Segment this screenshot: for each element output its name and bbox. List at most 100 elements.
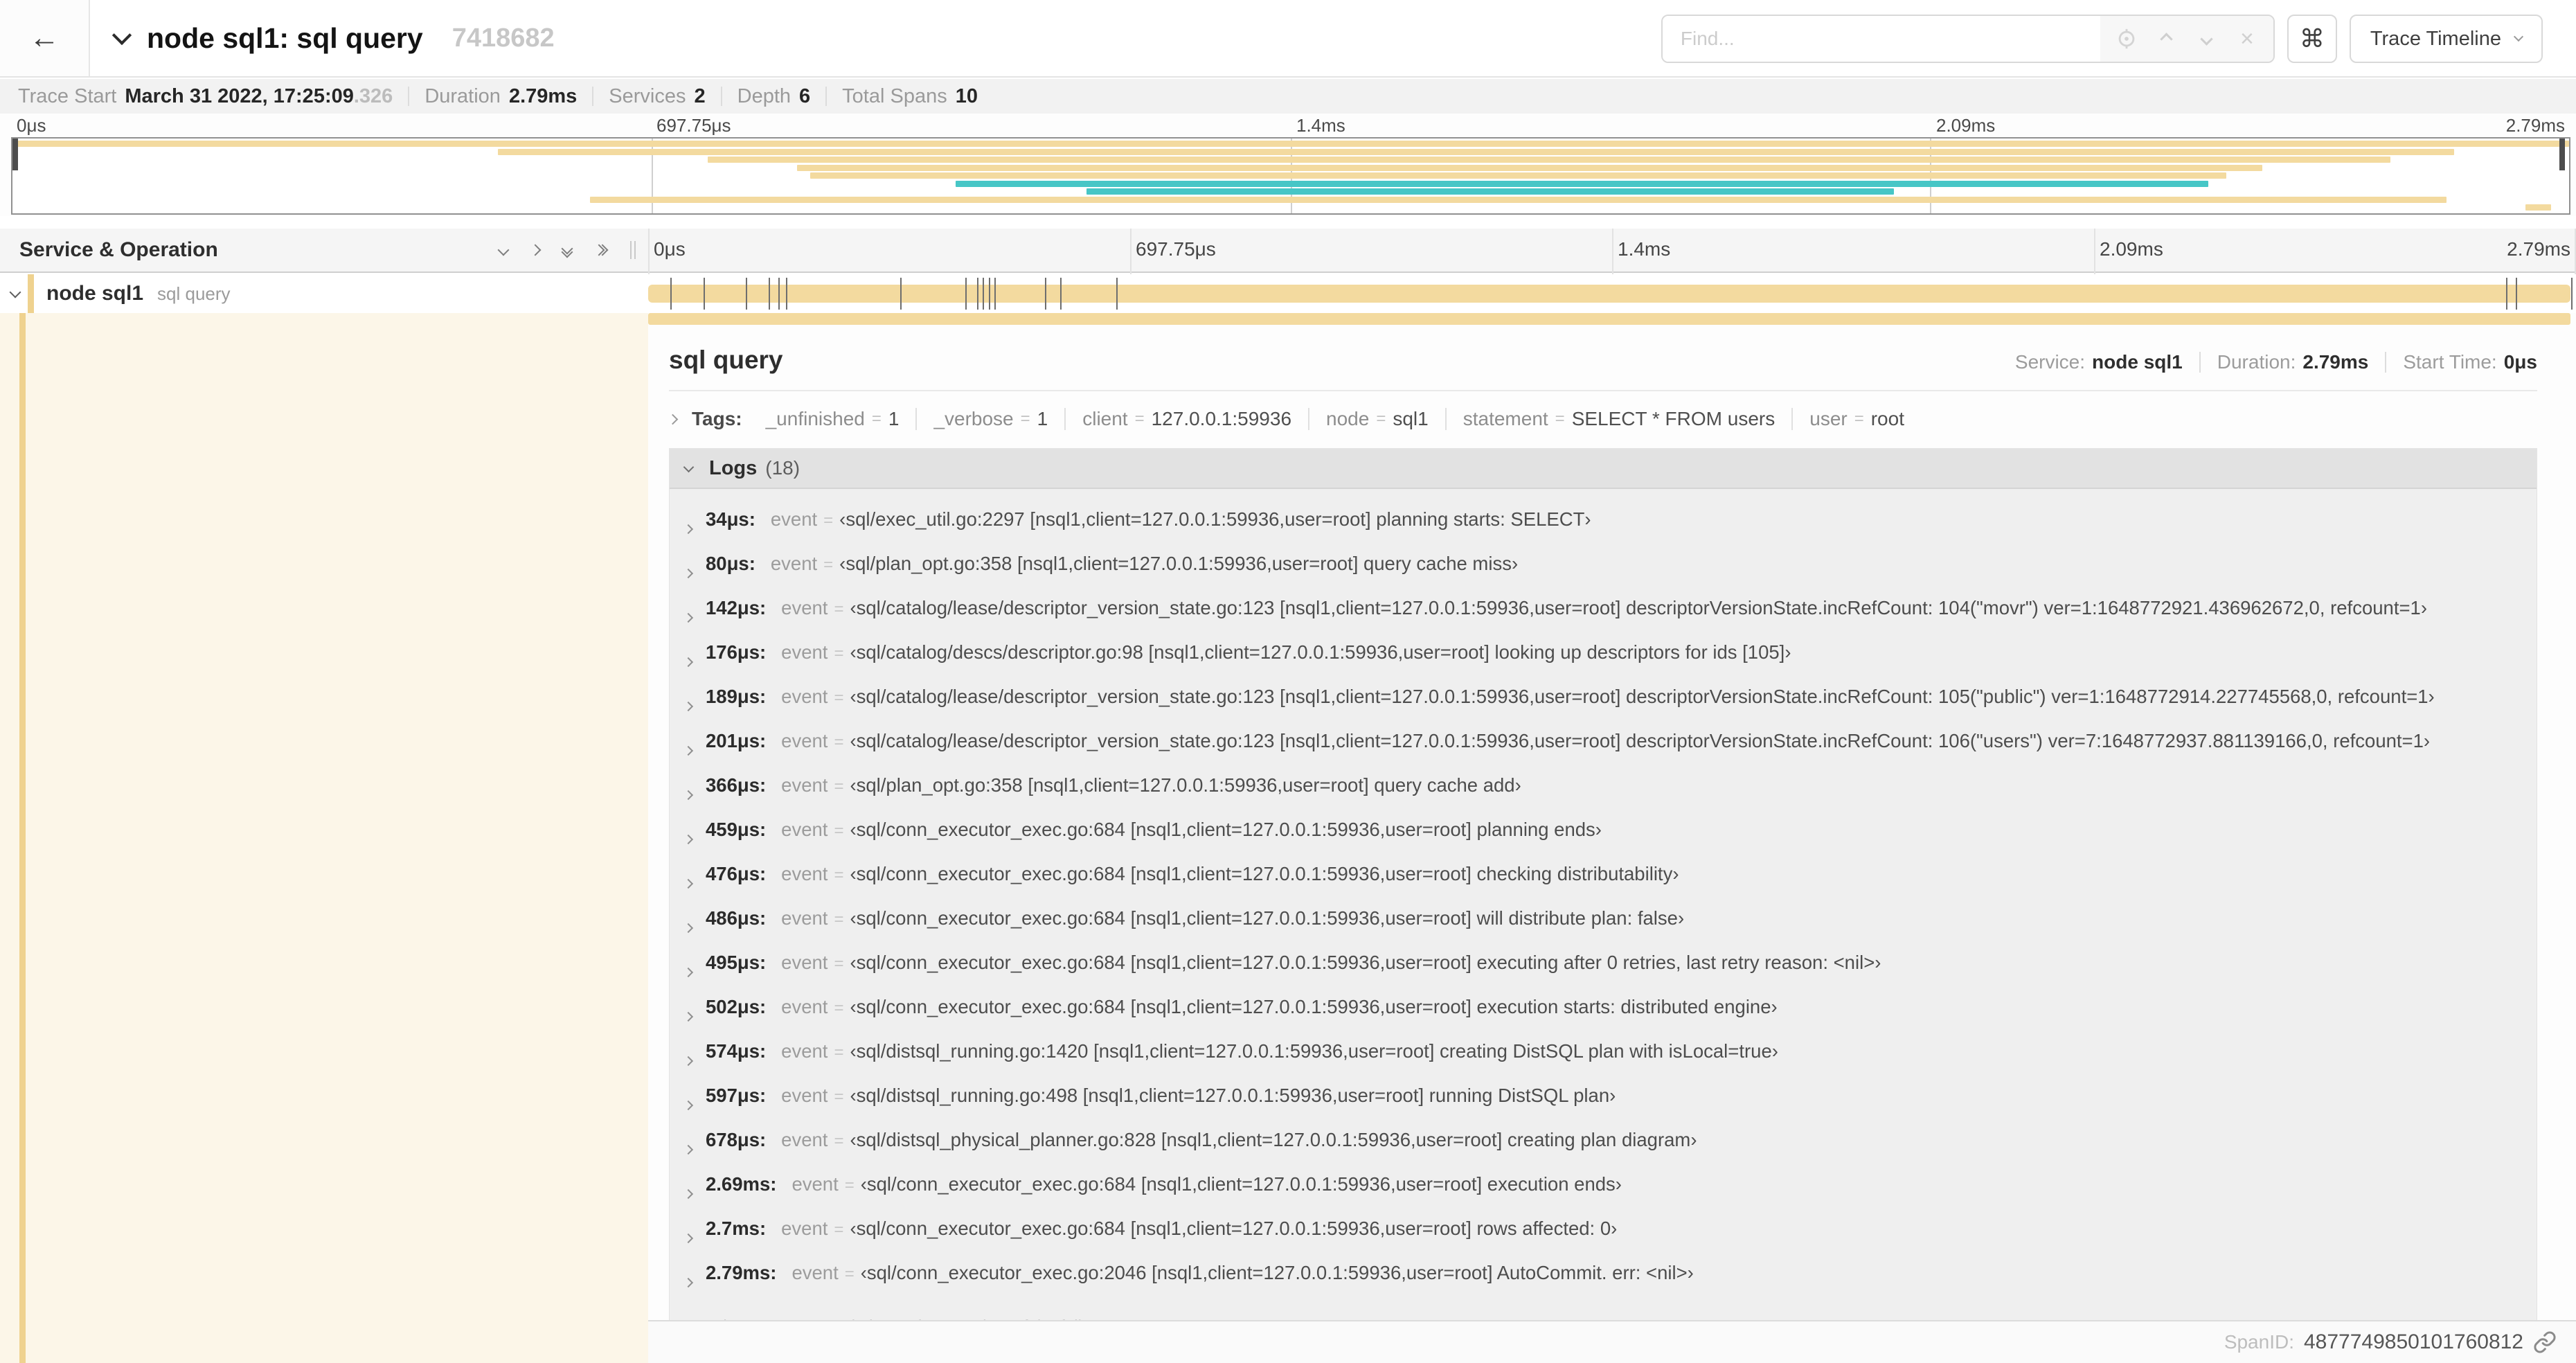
span-row[interactable]: node sql1 sql query xyxy=(0,274,2576,313)
meta-divider xyxy=(825,87,828,106)
log-expand-icon xyxy=(683,1188,694,1200)
log-row[interactable]: 34μs: event = ‹sql/exec_util.go:2297 [nsql1… xyxy=(683,508,2523,553)
expand-all-icon[interactable] xyxy=(593,244,609,256)
top-bar: ← node sql1: sql query 7418682 × ⌘ Tr xyxy=(0,0,2576,78)
log-row[interactable]: 2.7ms: event = ‹sql/conn_executor_exec.go:6… xyxy=(683,1218,2523,1262)
expand-one-icon[interactable] xyxy=(529,244,542,256)
log-row[interactable]: 2.69ms: event = ‹sql/conn_executor_exec.go:… xyxy=(683,1173,2523,1218)
log-expand-icon xyxy=(683,967,694,978)
span-collapse-icon[interactable] xyxy=(9,286,21,299)
log-row[interactable]: 502μs: event = ‹sql/conn_executor_exec.go:6… xyxy=(683,996,2523,1040)
span-color-accent xyxy=(19,313,26,1363)
clear-find-icon[interactable]: × xyxy=(2233,25,2261,53)
log-expand-icon xyxy=(683,923,694,934)
log-event-tick xyxy=(983,278,985,310)
logs-toggle-header[interactable]: Logs (18) xyxy=(670,449,2537,489)
logs-list: 34μs: event = ‹sql/exec_util.go:2297 [nsql1… xyxy=(670,489,2537,1355)
deep-link-icon[interactable] xyxy=(2533,1330,2557,1354)
trace-title: node sql1: sql query xyxy=(147,21,423,54)
log-event-tick xyxy=(977,278,979,310)
log-event-tick xyxy=(769,278,771,310)
log-expand-icon xyxy=(683,1011,694,1022)
log-row[interactable]: 142μs: event = ‹sql/catalog/lease/descripto… xyxy=(683,597,2523,641)
trace-meta-item: Depth 6 xyxy=(737,84,811,107)
log-row[interactable]: 201μs: event = ‹sql/catalog/lease/descripto… xyxy=(683,730,2523,774)
log-event-tick xyxy=(2505,278,2507,310)
axis-tick-label: 2.79ms xyxy=(2505,115,2565,136)
prev-result-icon[interactable] xyxy=(2153,25,2181,53)
tag-pill: client = 127.0.0.1:59936 xyxy=(1064,408,1308,430)
minimap-left-drag-handle[interactable] xyxy=(12,139,18,170)
trace-meta-bar: Trace Start March 31 2022, 17:25:09.326 Du… xyxy=(0,79,2576,114)
next-result-icon[interactable] xyxy=(2193,25,2221,53)
span-detail-meta: Service: node sql1 Duration: 2.79ms Start Ti… xyxy=(2015,351,2537,373)
span-detail-row: sql query Service: node sql1 Duration: 2.79… xyxy=(0,313,2576,1363)
log-row[interactable]: 678μs: event = ‹sql/distsql_physical_planne… xyxy=(683,1129,2523,1173)
chevron-down-icon xyxy=(2513,31,2524,42)
log-event-tick xyxy=(2515,278,2517,310)
axis-tick-label: 1.4ms xyxy=(1296,115,1345,136)
log-row[interactable]: 476μs: event = ‹sql/conn_executor_exec.go:6… xyxy=(683,863,2523,907)
trace-meta-item: Services 2 xyxy=(609,84,706,107)
back-button[interactable]: ← xyxy=(0,0,90,76)
meta-divider xyxy=(2385,352,2387,373)
log-expand-icon xyxy=(683,790,694,801)
meta-divider xyxy=(2199,352,2201,373)
span-id-footer: SpanID: 4877749850101760812 xyxy=(648,1320,2576,1363)
trace-collapse-icon[interactable] xyxy=(111,25,132,46)
log-row[interactable]: 189μs: event = ‹sql/catalog/lease/descripto… xyxy=(683,686,2523,730)
log-event-tick xyxy=(994,278,996,310)
axis-tick-label: 2.09ms xyxy=(2100,238,2163,260)
meta-divider xyxy=(408,87,410,106)
tags-label: Tags: xyxy=(692,408,742,429)
logs-section: Logs (18) 34μs: event = ‹sql/exec_util.go:2… xyxy=(669,448,2537,1355)
log-row[interactable]: 574μs: event = ‹sql/distsql_running.go:1420… xyxy=(683,1040,2523,1085)
view-selector-button[interactable]: Trace Timeline xyxy=(2349,15,2543,63)
axis-tick-label: 0μs xyxy=(17,115,46,136)
log-expand-icon xyxy=(683,878,694,889)
log-row[interactable]: 80μs: event = ‹sql/plan_opt.go:358 [nsql1,c… xyxy=(683,553,2523,597)
span-duration-bar[interactable] xyxy=(648,285,2570,303)
minimap-axis: 0μs 697.75μs 1.4ms 2.09ms 2.79ms xyxy=(11,114,2570,137)
minimap-right-drag-handle[interactable] xyxy=(2559,139,2565,170)
axis-tick-label: 2.09ms xyxy=(1936,115,1996,136)
log-row[interactable]: 495μs: event = ‹sql/conn_executor_exec.go:6… xyxy=(683,952,2523,996)
log-row[interactable]: 597μs: event = ‹sql/distsql_running.go:498 … xyxy=(683,1085,2523,1129)
trace-title-group[interactable]: node sql1: sql query 7418682 xyxy=(111,21,555,55)
scroll-to-match-icon[interactable] xyxy=(2113,25,2140,53)
tags-toggle-row[interactable]: Tags: _unfinished = 1 _verbose = 1 client = 127.… xyxy=(667,408,2537,430)
log-expand-icon xyxy=(683,568,694,579)
span-id-label: SpanID: xyxy=(2224,1331,2294,1353)
keyboard-shortcuts-button[interactable]: ⌘ xyxy=(2287,15,2337,63)
minimap-canvas[interactable] xyxy=(11,137,2570,215)
span-detail-card: sql query Service: node sql1 Duration: 2.79… xyxy=(667,325,2537,1355)
log-event-tick xyxy=(988,278,990,310)
trace-id: 7418682 xyxy=(451,23,555,53)
log-row[interactable]: 176μs: event = ‹sql/catalog/descs/descripto… xyxy=(683,641,2523,686)
collapse-all-icon[interactable] xyxy=(561,242,573,258)
span-id-value: 4877749850101760812 xyxy=(2303,1330,2523,1353)
log-event-tick xyxy=(786,278,788,310)
log-expand-icon xyxy=(683,1277,694,1288)
minimap-span-bar xyxy=(708,157,2390,163)
log-row[interactable]: 486μs: event = ‹sql/conn_executor_exec.go:6… xyxy=(683,907,2523,952)
log-row[interactable]: 2.79ms: event = ‹sql/conn_executor_exec.go:… xyxy=(683,1262,2523,1306)
minimap-span-bar xyxy=(12,141,2569,147)
span-detail-left-gutter xyxy=(0,313,648,1363)
detail-meta-value: 0μs xyxy=(2503,351,2537,373)
log-row[interactable]: 366μs: event = ‹sql/plan_opt.go:358 [nsql1,… xyxy=(683,774,2523,819)
collapse-one-icon[interactable] xyxy=(497,244,510,256)
column-resizer-handle[interactable] xyxy=(630,241,636,259)
trace-minimap: 0μs 697.75μs 1.4ms 2.09ms 2.79ms xyxy=(0,114,2576,216)
tag-pill: _verbose = 1 xyxy=(915,408,1064,430)
log-row[interactable]: 459μs: event = ‹sql/conn_executor_exec.go:6… xyxy=(683,819,2523,863)
span-row-name-cell[interactable]: node sql1 sql query xyxy=(0,274,648,313)
span-color-accent xyxy=(28,274,34,313)
span-row-track[interactable] xyxy=(648,274,2576,313)
find-input[interactable] xyxy=(1662,16,2100,62)
log-event-tick xyxy=(745,278,747,310)
service-operation-title: Service & Operation xyxy=(19,238,218,261)
tags-list: _unfinished = 1 _verbose = 1 client = 127.0.0.1:… xyxy=(749,408,1921,430)
service-operation-header: Service & Operation xyxy=(0,229,648,271)
axis-tick-label: 697.75μs xyxy=(1136,238,1216,260)
